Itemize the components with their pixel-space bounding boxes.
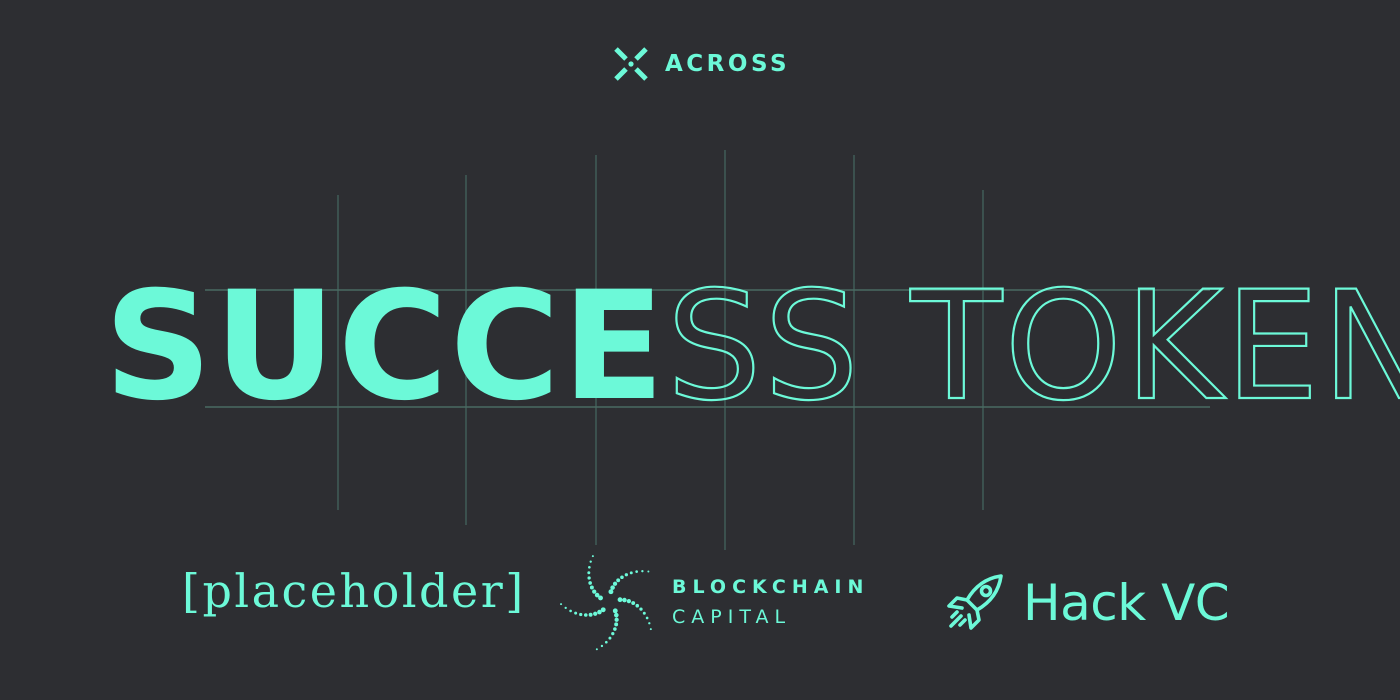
starburst-dot [647,570,650,573]
starburst-dot [629,571,633,575]
starburst-dot [593,611,598,616]
starburst-dot [564,606,567,610]
starburst-dot [645,616,649,620]
starburst-dot [594,592,600,598]
starburst-dot [639,607,643,611]
starburst-dot [614,612,619,618]
across-logo: ACROSS [613,44,790,84]
starburst-dot [616,578,621,583]
starburst-dot [641,570,644,573]
starburst-dot [649,628,652,631]
starburst-dot [620,575,624,580]
brand-name: ACROSS [665,50,791,77]
starburst-dot [569,609,572,613]
starburst-dot [588,581,592,585]
starburst-dot [604,640,608,644]
starburst-dot [612,581,618,586]
starburst-dot [583,613,588,617]
starburst-dot [591,555,594,558]
starburst-dot [589,585,594,590]
starburst-dot [613,627,617,631]
starburst-dot [608,589,614,595]
starburst-dot [608,636,612,640]
starburst-dot [648,622,651,625]
x-cross-icon [614,47,648,81]
starburst-dot [611,632,615,636]
starburst-dot [597,609,602,615]
starburst-dot [592,589,597,594]
starburst-dot [622,597,627,603]
starburst-dot [574,611,578,615]
starburst-dots-icon [560,555,652,651]
starburst-dot [579,612,583,617]
starburst-dot [614,622,619,627]
starburst-dot [587,576,591,580]
starburst-dot [610,585,615,590]
rocket-icon [947,574,1003,630]
starburst-dot [635,570,638,573]
starburst-dot [626,599,631,604]
blockchain-name-line2: CAPITAL [672,606,792,628]
starburst-dot [588,565,591,569]
starburst-dot [600,644,604,648]
starburst-dot [588,612,593,617]
starburst-dot [589,560,592,563]
placeholder-logo: [placeholder] [182,564,526,618]
hack-vc-logo: Hack VC [943,568,1230,638]
starburst-dot [635,603,640,608]
starburst-dot [631,601,636,606]
starburst-dot [624,573,628,577]
blockchain-name-line1: BLOCKCHAIN [672,576,870,598]
hack-vc-name: Hack VC [1023,574,1230,632]
starburst-dot [642,611,646,615]
starburst-dot [617,597,623,603]
starburst-dot [560,603,563,606]
starburst-dot [587,571,591,575]
starburst-dot [612,608,618,614]
banner: ACROSS SUCCESS TOKENS [placeholder] BLOC… [0,0,1400,700]
starburst-dot [595,648,598,651]
starburst-dot [614,617,619,622]
